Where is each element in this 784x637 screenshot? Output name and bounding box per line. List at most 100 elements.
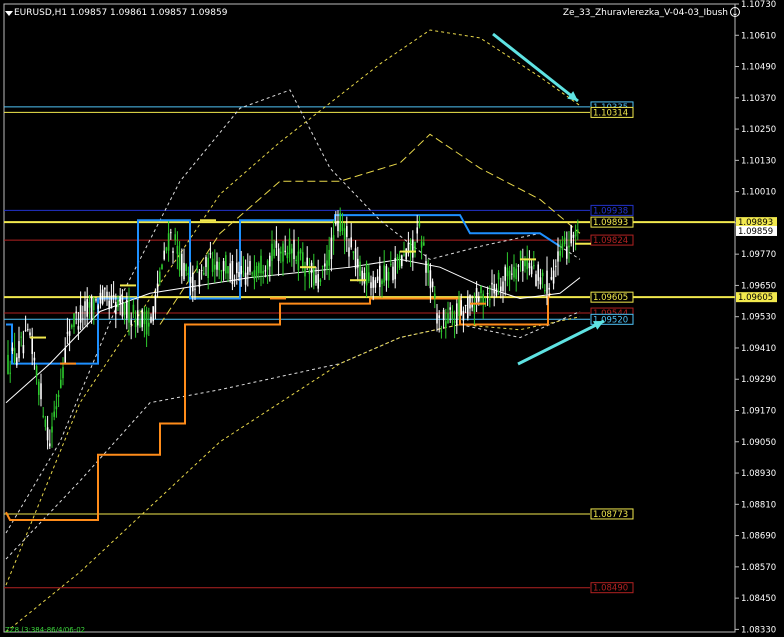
chart-window[interactable]: 1.10730 1.10610 1.10490 1.10370 1.10250 1.101…	[0, 0, 784, 637]
symbol-header: EURUSD,H1 1.09857 1.09861 1.09857 1.0985…	[14, 8, 228, 18]
candle-body	[225, 255, 227, 274]
candle-body	[555, 265, 557, 267]
candle-body	[44, 419, 47, 427]
candle-body	[348, 247, 350, 257]
dropdown-triangle-icon[interactable]	[5, 11, 13, 16]
candle-body	[84, 301, 86, 311]
candle-body	[38, 381, 40, 395]
candle-body	[62, 367, 64, 379]
candle-body	[286, 252, 289, 259]
candle-body	[559, 250, 561, 256]
candle-body	[473, 304, 476, 312]
candle-body	[436, 313, 438, 324]
candle-body	[161, 264, 163, 270]
y-tick-label: 1.10130	[741, 156, 776, 166]
candle-body	[244, 272, 247, 285]
candle-body	[387, 271, 390, 281]
y-tick-label: 1.08330	[741, 625, 776, 635]
candle-body	[117, 299, 119, 308]
candle-body	[550, 277, 553, 280]
candle-body	[260, 255, 262, 274]
candle-body	[493, 284, 495, 294]
candle-body	[482, 293, 484, 305]
candle-body	[381, 280, 383, 285]
candle-body	[297, 251, 300, 271]
y-tick-label: 1.10010	[741, 188, 776, 198]
arrow-up-shaft	[517, 319, 605, 366]
candle-body	[222, 261, 225, 272]
candle-body	[570, 225, 572, 244]
candle-body	[572, 234, 575, 238]
price-chart[interactable]: 1.10730 1.10610 1.10490 1.10370 1.10250 1.101…	[0, 0, 784, 637]
y-tick-label: 1.09770	[741, 250, 776, 260]
candle-body	[420, 241, 423, 248]
candle-body	[7, 354, 9, 375]
candle-body	[451, 310, 454, 320]
candle-body	[60, 379, 62, 388]
candle-body	[13, 348, 16, 362]
level-label: 1.09938	[593, 206, 628, 216]
candle-body	[264, 270, 267, 272]
candle-body	[176, 245, 179, 254]
candle-body	[308, 270, 311, 274]
candle-body	[284, 250, 286, 253]
indicator-name: Ze_33_Zhuravlerezka_V-04-03_Ibush	[562, 8, 728, 18]
candle-body	[447, 313, 449, 324]
candle-body	[99, 292, 102, 304]
candle-body	[119, 296, 121, 305]
candle-body	[275, 241, 278, 248]
level-label: 1.08773	[593, 510, 628, 520]
candle-body	[546, 270, 548, 294]
indicator-footer-label: ZZ8 (3:384-86/4/06-02	[5, 626, 86, 634]
candle-body	[431, 281, 434, 288]
candle-body	[66, 332, 69, 334]
candle-body	[491, 282, 493, 285]
candle-body	[236, 262, 238, 274]
y-tick-label: 1.08690	[741, 532, 776, 542]
long-dash-yellow	[159, 133, 581, 325]
candle-body	[110, 295, 113, 309]
y-tick-label: 1.09170	[741, 407, 776, 417]
candle-body	[112, 294, 115, 297]
candle-body	[137, 310, 139, 326]
expert-smiley-icon[interactable]	[730, 7, 740, 17]
candle-body	[240, 265, 242, 275]
candle-body	[427, 262, 429, 273]
candle-body	[478, 296, 480, 302]
candle-body	[484, 301, 487, 303]
candle-body	[568, 245, 570, 248]
candle-body	[495, 288, 498, 296]
candle-body	[385, 266, 388, 281]
candle-body	[537, 264, 539, 281]
candle-body	[75, 311, 77, 314]
candle-body	[513, 266, 515, 278]
candle-body	[126, 299, 128, 319]
candle-body	[533, 265, 535, 267]
candle-body	[293, 239, 295, 260]
y-tick-label: 1.10730	[741, 0, 776, 10]
y-tick-label: 1.10250	[741, 125, 776, 135]
candle-body	[506, 267, 509, 277]
candle-body	[480, 285, 482, 294]
candle-body	[500, 286, 502, 292]
candle-body	[271, 243, 273, 261]
arrow-down-shaft	[492, 32, 579, 103]
candle-body	[196, 265, 198, 269]
candle-body	[302, 252, 304, 269]
candle-body	[46, 427, 49, 441]
candle-body	[192, 272, 194, 292]
candle-body	[9, 372, 11, 374]
candle-body	[229, 263, 231, 280]
candle-body	[238, 271, 240, 278]
candle-body	[233, 280, 236, 282]
candle-body	[462, 310, 465, 321]
candle-body	[489, 298, 491, 301]
candle-body	[106, 291, 108, 298]
candle-body	[341, 223, 344, 231]
candle-body	[508, 270, 511, 280]
candle-body	[315, 275, 317, 284]
candle-body	[132, 304, 135, 314]
candle-body	[467, 297, 469, 319]
candle-body	[183, 262, 185, 280]
candle-body	[317, 274, 319, 289]
